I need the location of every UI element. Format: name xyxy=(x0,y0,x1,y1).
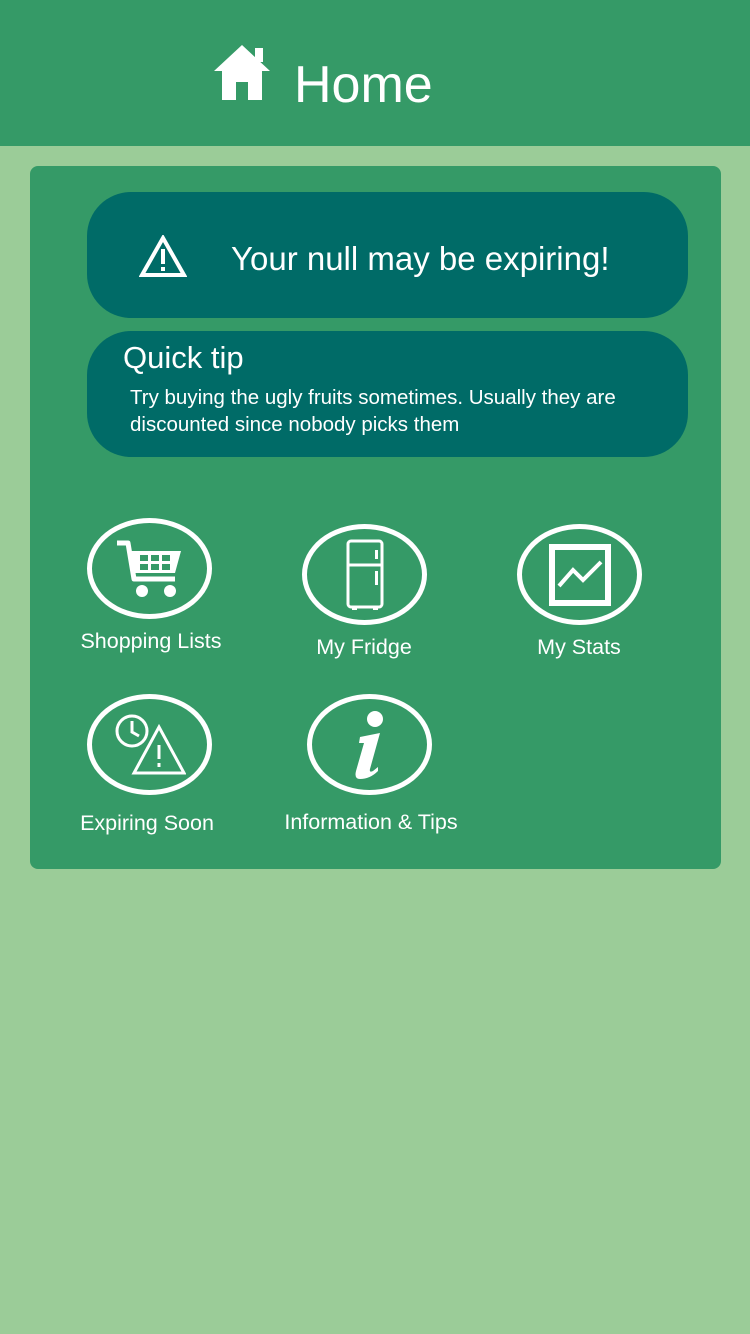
my-fridge-label[interactable]: My Fridge xyxy=(284,633,444,661)
information-tips-button[interactable] xyxy=(307,694,432,795)
my-stats-button[interactable] xyxy=(517,524,642,625)
expiry-alert-text: Your null may be expiring! xyxy=(231,240,610,277)
page-title: Home xyxy=(294,56,433,114)
my-fridge-button[interactable] xyxy=(302,524,427,625)
quick-tip-title: Quick tip xyxy=(123,340,244,375)
clock-warning-icon xyxy=(115,714,186,774)
stats-chart-icon xyxy=(548,543,611,606)
warning-icon xyxy=(139,235,187,277)
quick-tip-body: Try buying the ugly fruits sometimes. Us… xyxy=(130,386,616,436)
info-icon xyxy=(355,710,383,779)
home-icon xyxy=(214,45,270,100)
my-stats-label[interactable]: My Stats xyxy=(499,633,659,661)
app-header: Home xyxy=(0,0,750,146)
shopping-lists-label[interactable]: Shopping Lists xyxy=(71,627,231,655)
shopping-cart-icon xyxy=(116,540,181,597)
expiring-soon-label[interactable]: Expiring Soon xyxy=(67,809,227,837)
shopping-lists-button[interactable] xyxy=(87,518,212,619)
expiring-soon-button[interactable] xyxy=(87,694,212,795)
information-tips-label[interactable]: Information & Tips xyxy=(271,808,471,836)
fridge-icon xyxy=(346,539,383,610)
